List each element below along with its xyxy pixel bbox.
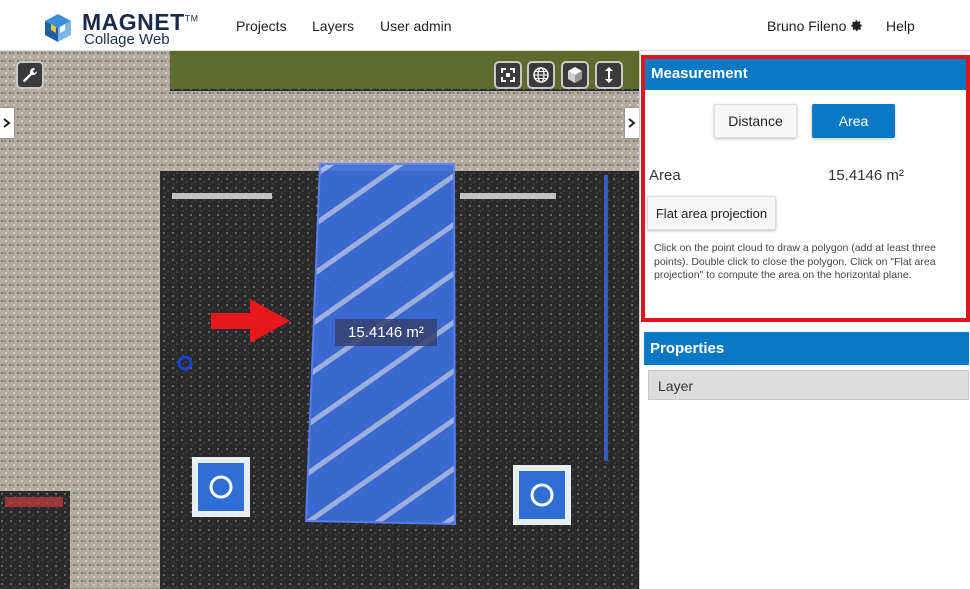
side-panel: Measurement Distance Area Area 15.4146 m… (639, 51, 970, 589)
nav-help[interactable]: Help (886, 18, 915, 34)
nav-layers[interactable]: Layers (312, 18, 354, 34)
chevron-right-icon (3, 118, 11, 128)
distance-button[interactable]: Distance (714, 104, 797, 138)
user-menu[interactable]: Bruno Fileno (767, 18, 863, 34)
fit-extent-button[interactable] (494, 61, 522, 89)
area-result-label: Area (649, 167, 681, 184)
logo-subtitle: Collage Web (84, 31, 170, 48)
measurement-help-text: Click on the point cloud to draw a polyg… (654, 242, 936, 281)
right-panel-toggle[interactable] (625, 108, 639, 138)
3d-view-button[interactable] (561, 61, 589, 89)
top-header: MAGNETTM Collage Web Projects Layers Use… (0, 0, 970, 51)
point-cloud-scene[interactable] (0, 51, 639, 589)
area-button[interactable]: Area (812, 104, 895, 138)
app-logo[interactable]: MAGNETTM Collage Web (42, 9, 212, 48)
nav-projects[interactable]: Projects (236, 18, 287, 34)
gear-icon (851, 20, 862, 32)
properties-layer-row[interactable]: Layer (648, 370, 969, 400)
cube-icon (568, 67, 582, 83)
area-result-value: 15.4146 m² (828, 167, 904, 184)
tools-button[interactable] (16, 61, 44, 89)
wrench-icon (23, 68, 38, 82)
fit-extent-icon (501, 68, 515, 82)
left-panel-toggle[interactable] (0, 108, 14, 138)
nav-user-admin[interactable]: User admin (380, 18, 452, 34)
properties-panel-title: Properties (644, 332, 969, 365)
vertical-arrows-icon (605, 67, 613, 83)
point-cloud-viewer[interactable]: 15.4146 m² (0, 51, 639, 589)
logo-trademark: TM (184, 13, 199, 24)
flat-area-projection-button[interactable]: Flat area projection (647, 196, 776, 230)
magnet-cube-icon (45, 14, 71, 42)
measurement-panel: Measurement Distance Area Area 15.4146 m… (641, 55, 970, 322)
measurement-panel-title: Measurement (645, 59, 966, 90)
elevation-button[interactable] (595, 61, 623, 89)
measurement-overlay-label: 15.4146 m² (335, 319, 437, 346)
user-name: Bruno Fileno (767, 18, 847, 34)
globe-icon (533, 67, 549, 83)
globe-view-button[interactable] (527, 61, 555, 89)
chevron-right-icon (628, 118, 636, 128)
